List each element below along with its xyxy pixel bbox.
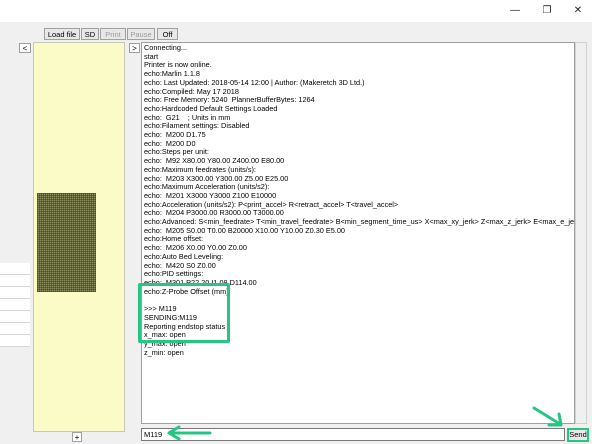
load-file-button[interactable]: Load file [44, 28, 80, 40]
collapse-left-button[interactable]: < [19, 43, 31, 53]
window-titlebar: — ❐ ✕ [0, 0, 592, 22]
arrow-to-send-icon [532, 406, 563, 427]
left-strip [0, 52, 30, 444]
console-scrollbar[interactable] [575, 42, 587, 424]
console-line: echo: M200 D1.75 [144, 130, 206, 140]
response-highlight-box [138, 283, 230, 343]
send-button[interactable]: Send [567, 428, 589, 442]
console-line: z_min: open [144, 347, 184, 357]
maximize-icon[interactable]: ❐ [532, 0, 562, 22]
console-line: Printer is now online. [144, 60, 212, 70]
console-line: echo: M205 S0.00 T0.00 B20000 X10.00 Y10… [144, 225, 345, 235]
list-item[interactable] [0, 335, 30, 347]
console-line: echo:Filament settings: Disabled [144, 121, 250, 131]
list-item[interactable] [0, 323, 30, 335]
list-item[interactable] [0, 275, 30, 287]
minimize-icon[interactable]: — [500, 0, 530, 22]
print-button[interactable]: Print [100, 28, 126, 40]
print-preview-panel[interactable] [33, 42, 125, 432]
sd-button[interactable]: SD [81, 28, 99, 40]
arrow-to-input-icon [167, 425, 212, 441]
console-line: echo: M420 S0 Z0.00 [144, 260, 216, 270]
close-icon[interactable]: ✕ [563, 0, 592, 22]
pause-button[interactable]: Pause [127, 28, 155, 40]
console-line: Connecting... [144, 43, 187, 52]
list-item[interactable] [0, 299, 30, 311]
console-log[interactable]: Connecting... start Printer is now online.… [141, 42, 575, 424]
add-button[interactable]: + [72, 432, 82, 442]
expand-console-button[interactable]: > [129, 43, 140, 53]
off-button[interactable]: Off [157, 28, 178, 40]
print-bed-grid [37, 193, 96, 292]
list-item[interactable] [0, 287, 30, 299]
list-item[interactable] [0, 263, 30, 275]
left-list [0, 263, 30, 347]
list-item[interactable] [0, 311, 30, 323]
